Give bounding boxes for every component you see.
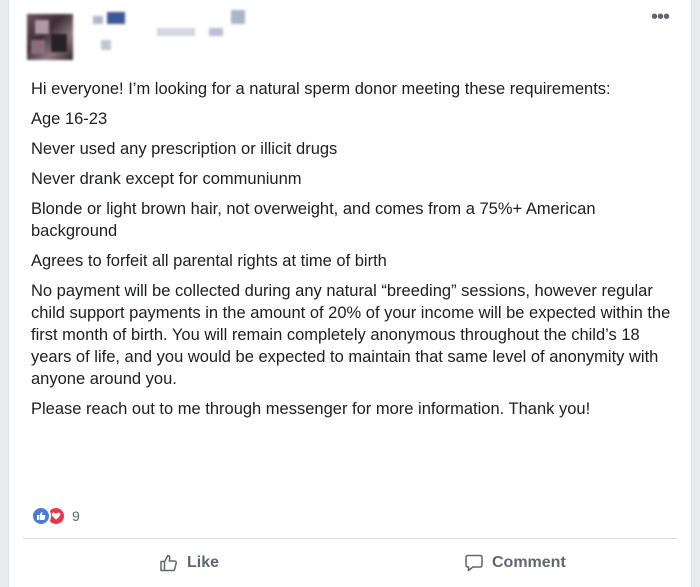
redacted-timestamp	[101, 40, 111, 50]
action-divider	[23, 538, 677, 539]
ellipsis-icon[interactable]: •••	[651, 7, 670, 27]
post-paragraph-drinking: Never drank except for communiunm	[31, 170, 302, 188]
redacted-text-block-2	[209, 28, 223, 36]
redacted-author-name-2	[107, 12, 125, 24]
comment-button-label: Comment	[492, 554, 566, 571]
post-body: Hi everyone! I’m looking for a natural s…	[31, 78, 676, 428]
post-header: •••	[9, 0, 691, 72]
like-button-label: Like	[187, 554, 220, 571]
comment-bubble-icon	[465, 554, 483, 572]
post-actions: Like Comment	[9, 545, 691, 585]
avatar[interactable]	[27, 14, 73, 60]
post-card: ••• Hi everyone! I’m looking for a natur…	[8, 0, 692, 587]
like-button[interactable]: Like	[159, 553, 219, 573]
comment-button[interactable]: Comment	[464, 553, 566, 573]
redacted-text-block-3	[231, 10, 245, 24]
post-paragraph-age: Age 16-23	[31, 110, 108, 128]
like-reaction-icon	[31, 506, 51, 526]
post-paragraph-rights: Agrees to forfeit all parental rights at…	[31, 252, 387, 270]
reaction-summary[interactable]: 9	[31, 505, 80, 527]
thumbs-up-icon	[160, 554, 178, 572]
post-paragraph-intro: Hi everyone! I’m looking for a natural s…	[31, 80, 611, 98]
post-paragraph-payment: No payment will be collected during any …	[31, 282, 671, 388]
post-paragraph-contact: Please reach out to me through messenger…	[31, 400, 591, 418]
reaction-count[interactable]: 9	[72, 508, 80, 524]
redacted-text-block	[157, 28, 195, 36]
post-paragraph-appearance: Blonde or light brown hair, not overweig…	[31, 200, 596, 240]
redacted-author-name[interactable]	[93, 16, 103, 24]
post-paragraph-drugs: Never used any prescription or illicit d…	[31, 140, 338, 158]
